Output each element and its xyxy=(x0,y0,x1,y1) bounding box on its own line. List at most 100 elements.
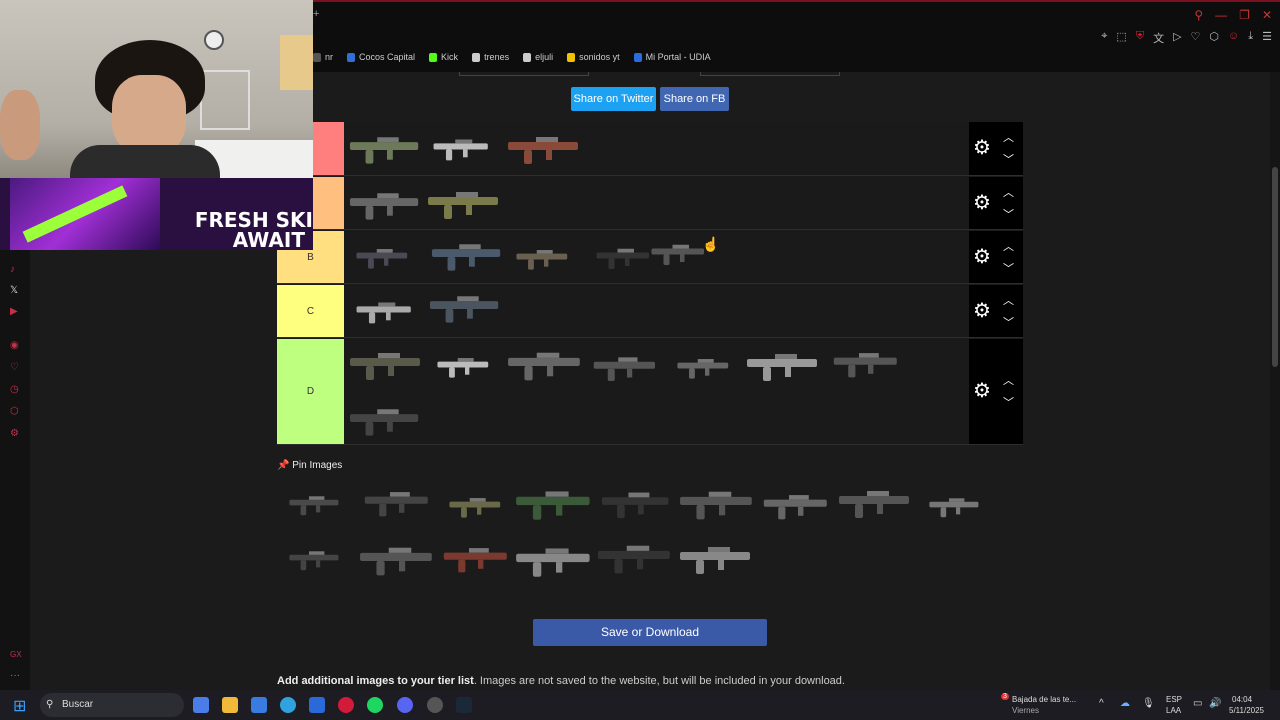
tier-label[interactable]: D xyxy=(277,339,344,444)
weapon-image[interactable] xyxy=(348,400,426,440)
onedrive-icon[interactable]: ☁ xyxy=(1120,698,1130,709)
gear-icon[interactable]: ⚙ xyxy=(973,193,993,213)
weapon-image[interactable] xyxy=(595,235,655,279)
bookmark-item[interactable]: Mi Portal - UDIA xyxy=(633,52,711,62)
new-tab-icon[interactable]: + xyxy=(313,8,319,20)
move-down-icon[interactable]: ﹀ xyxy=(1003,314,1014,330)
move-up-icon[interactable]: ︿ xyxy=(1003,238,1014,254)
shield-icon[interactable]: ⛨ xyxy=(1136,30,1144,46)
weapon-image[interactable] xyxy=(506,128,586,168)
clock-time[interactable]: 04:04 xyxy=(1232,694,1252,705)
file-explorer-icon[interactable] xyxy=(222,697,238,713)
pin-icon[interactable]: ⌖ xyxy=(1101,30,1107,46)
steam-icon[interactable] xyxy=(456,697,472,713)
weapon-image[interactable] xyxy=(288,482,344,526)
weapon-image[interactable] xyxy=(928,482,984,530)
weapon-image[interactable] xyxy=(650,230,710,276)
weapon-image[interactable] xyxy=(678,480,760,526)
tray-chevron-icon[interactable]: ^ xyxy=(1099,698,1104,709)
weapon-image[interactable] xyxy=(348,128,426,168)
player-icon[interactable]: ◉ xyxy=(10,340,19,351)
weapon-image[interactable] xyxy=(514,480,598,526)
cube-icon[interactable]: ⬡ xyxy=(10,406,19,417)
bookmark-item[interactable]: Cocos Capital xyxy=(347,52,415,62)
gear-icon[interactable]: ⚙ xyxy=(973,247,993,267)
save-download-button[interactable]: Save or Download xyxy=(533,619,767,646)
minimize-icon[interactable]: — xyxy=(1215,8,1227,22)
move-down-icon[interactable]: ﹀ xyxy=(1003,206,1014,222)
weapon-image[interactable] xyxy=(514,538,598,582)
gear-icon[interactable]: ⚙ xyxy=(973,301,993,321)
weapon-image[interactable] xyxy=(358,536,440,582)
weapon-image[interactable] xyxy=(430,235,508,275)
share-twitter-button[interactable]: Share on Twitter xyxy=(571,87,656,111)
profile-icon[interactable]: ☺ xyxy=(1228,30,1239,46)
spotify-icon[interactable] xyxy=(367,697,383,713)
weapon-image[interactable] xyxy=(288,536,344,582)
move-up-icon[interactable]: ︿ xyxy=(1003,372,1014,388)
weapon-image[interactable] xyxy=(836,482,918,522)
copilot-icon[interactable] xyxy=(193,697,209,713)
weapon-image[interactable] xyxy=(358,484,440,520)
heart-icon[interactable]: ♡ xyxy=(10,362,19,373)
close-icon[interactable]: ✕ xyxy=(1262,8,1272,22)
weapon-image[interactable] xyxy=(440,540,516,576)
share-fb-button[interactable]: Share on FB xyxy=(660,87,729,111)
network-icon[interactable]: ▭ xyxy=(1193,698,1202,709)
more-icon[interactable]: ··· xyxy=(10,670,20,681)
move-down-icon[interactable]: ﹀ xyxy=(1003,260,1014,276)
weapon-image[interactable] xyxy=(596,536,678,578)
windows-start-icon[interactable]: ⊞ xyxy=(13,696,26,716)
weapon-image[interactable] xyxy=(432,128,494,168)
play-icon[interactable]: ▷ xyxy=(1173,30,1181,46)
search-icon[interactable]: ⚲ xyxy=(1194,8,1203,22)
bookmark-item[interactable]: trenes xyxy=(472,52,509,62)
weapon-image[interactable] xyxy=(348,342,428,386)
x-icon[interactable]: 𝕏 xyxy=(10,285,18,296)
weapon-image[interactable] xyxy=(436,342,494,390)
bookmark-item[interactable]: nr xyxy=(313,52,333,62)
weapon-image[interactable] xyxy=(428,287,506,327)
opera-gx-icon[interactable] xyxy=(338,697,354,713)
bookmark-item[interactable]: eljuli xyxy=(523,52,553,62)
weapon-image[interactable] xyxy=(745,345,825,385)
bookmark-item[interactable]: Kick xyxy=(429,52,458,62)
weapon-image[interactable] xyxy=(424,183,508,223)
lang-bottom[interactable]: LAA xyxy=(1166,705,1181,716)
screenshot-icon[interactable]: ⬚ xyxy=(1116,30,1126,46)
cube-icon[interactable]: ⬡ xyxy=(1209,30,1219,46)
tiktok-icon[interactable]: ♪ xyxy=(10,264,15,275)
settings-icon[interactable]: ⚙ xyxy=(10,428,19,439)
download-icon[interactable]: ⤓ xyxy=(1248,30,1253,46)
lang-top[interactable]: ESP xyxy=(1166,694,1182,705)
weapon-image[interactable] xyxy=(828,345,908,381)
bing-icon[interactable] xyxy=(309,697,325,713)
weapon-image[interactable] xyxy=(676,345,734,389)
heart-icon[interactable]: ♡ xyxy=(1191,30,1201,46)
gx-icon[interactable]: GX xyxy=(10,650,22,659)
volume-icon[interactable]: 🔊 xyxy=(1209,698,1221,709)
move-up-icon[interactable]: ︿ xyxy=(1003,129,1014,145)
weapon-image[interactable] xyxy=(676,538,760,578)
gear-icon[interactable]: ⚙ xyxy=(973,138,993,158)
move-up-icon[interactable]: ︿ xyxy=(1003,292,1014,308)
weapon-image[interactable] xyxy=(448,484,506,528)
taskbar-search[interactable]: ⚲ Buscar xyxy=(40,693,184,717)
weapon-image[interactable] xyxy=(348,183,426,225)
scrollbar-thumb[interactable] xyxy=(1272,167,1278,367)
discord-icon[interactable] xyxy=(397,697,413,713)
youtube-icon[interactable]: ▶ xyxy=(10,306,18,317)
clock-date[interactable]: 5/11/2025 xyxy=(1229,705,1264,716)
obs-icon[interactable] xyxy=(427,697,443,713)
weapon-image[interactable] xyxy=(596,484,680,522)
edge-icon[interactable] xyxy=(280,697,296,713)
gear-icon[interactable]: ⚙ xyxy=(973,381,993,401)
store-icon[interactable] xyxy=(251,697,267,713)
restore-icon[interactable]: ❐ xyxy=(1239,8,1250,22)
move-up-icon[interactable]: ︿ xyxy=(1003,184,1014,200)
tier-label[interactable]: C xyxy=(277,285,344,337)
weapon-image[interactable] xyxy=(762,480,834,530)
move-down-icon[interactable]: ﹀ xyxy=(1003,394,1014,410)
mic-icon[interactable]: 🎙 xyxy=(1142,698,1155,709)
history-icon[interactable]: ◷ xyxy=(10,384,19,395)
